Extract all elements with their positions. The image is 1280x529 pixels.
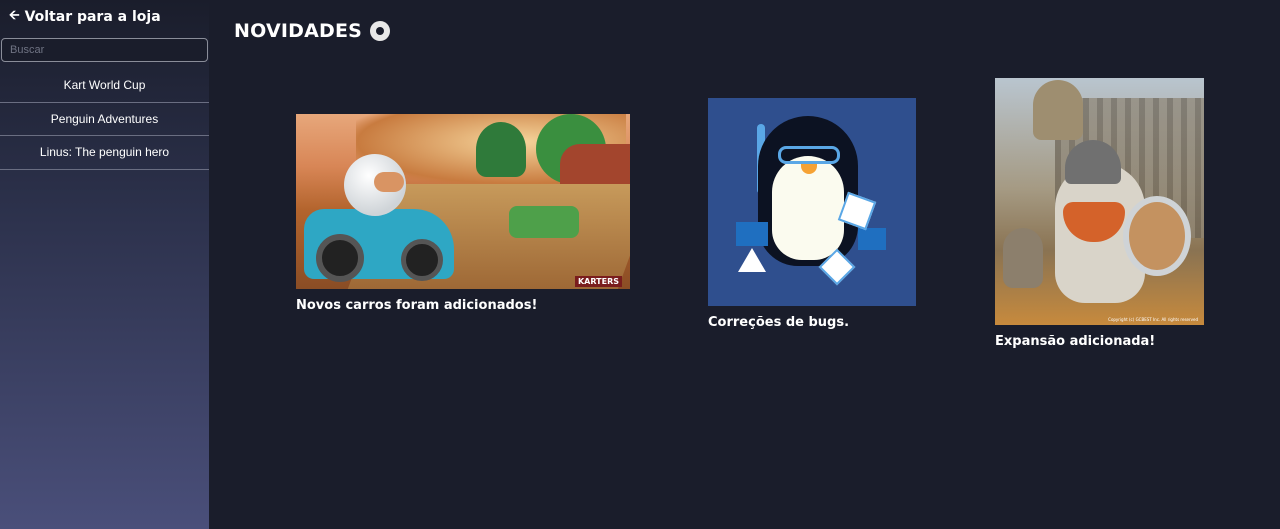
copyright-text: Copyright (c) GCBEST Inc. All rights res… bbox=[1108, 317, 1198, 322]
news-image-kart-race: KARTERS bbox=[296, 114, 630, 289]
search-input[interactable] bbox=[1, 38, 208, 62]
arrow-left-icon: 🡨 bbox=[9, 8, 20, 23]
news-caption: Expansão adicionada! bbox=[995, 334, 1156, 349]
page-header: NOVIDADES bbox=[234, 20, 391, 42]
news-caption: Correções de bugs. bbox=[708, 315, 850, 330]
page-title: NOVIDADES bbox=[234, 20, 363, 42]
back-to-store-link[interactable]: 🡨 Voltar para a loja bbox=[9, 6, 161, 28]
sidebar-item-label: Kart World Cup bbox=[63, 78, 146, 93]
sidebar-item-linus-the-penguin-hero[interactable]: Linus: The penguin hero bbox=[0, 136, 209, 170]
news-image-penguin bbox=[708, 98, 916, 306]
sidebar: 🡨 Voltar para a loja Kart World Cup Peng… bbox=[0, 0, 209, 529]
news-card-new-karts[interactable]: KARTERS Novos carros foram adicionados! bbox=[296, 114, 630, 313]
sidebar-item-label: Penguin Adventures bbox=[50, 111, 159, 126]
news-image-warrior-bird: Copyright (c) GCBEST Inc. All rights res… bbox=[995, 78, 1204, 325]
gear-icon[interactable] bbox=[370, 21, 391, 41]
sidebar-item-label: Linus: The penguin hero bbox=[39, 145, 170, 160]
news-card-expansion[interactable]: Copyright (c) GCBEST Inc. All rights res… bbox=[995, 78, 1204, 349]
sidebar-item-kart-world-cup[interactable]: Kart World Cup bbox=[0, 69, 209, 103]
news-card-bug-fixes[interactable]: Correções de bugs. bbox=[708, 98, 916, 330]
sidebar-item-penguin-adventures[interactable]: Penguin Adventures bbox=[0, 103, 209, 136]
game-logo: KARTERS bbox=[574, 276, 622, 287]
news-caption: Novos carros foram adicionados! bbox=[296, 298, 538, 313]
back-to-store-label: Voltar para a loja bbox=[24, 9, 161, 25]
game-list: Kart World Cup Penguin Adventures Linus:… bbox=[0, 69, 209, 170]
